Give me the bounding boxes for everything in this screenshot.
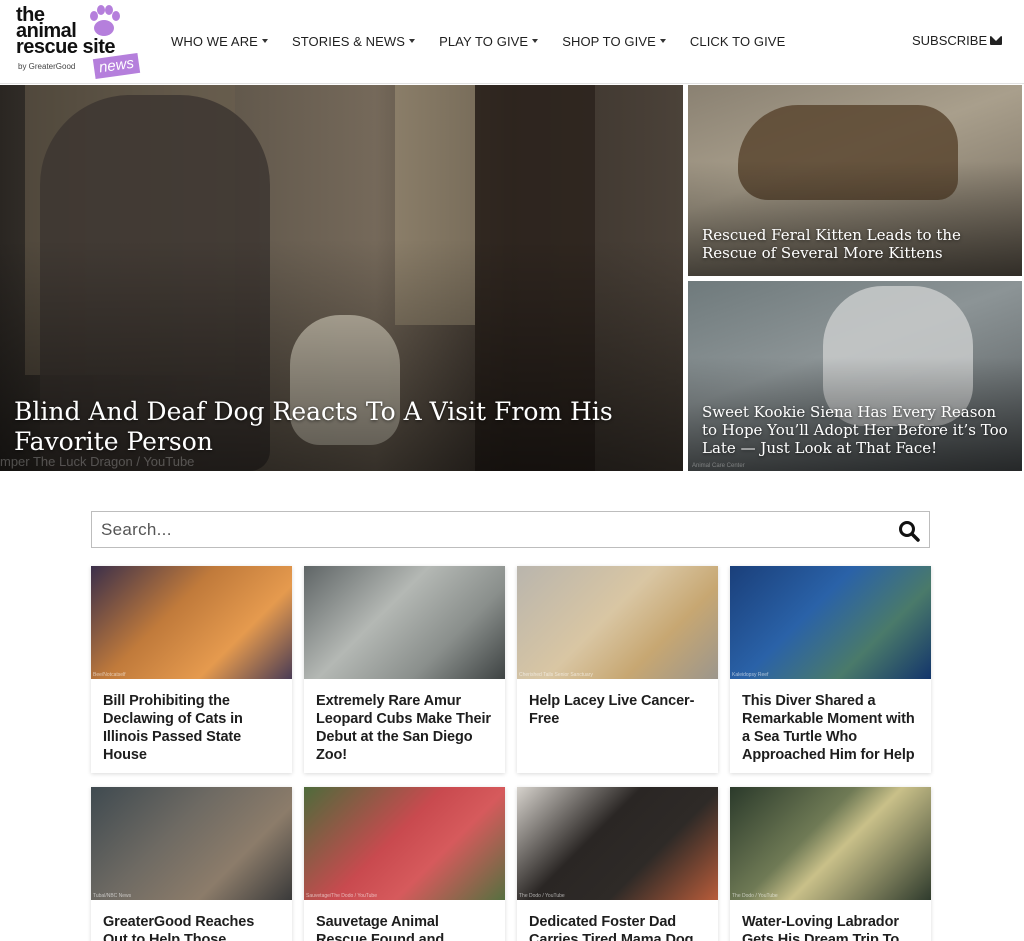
hero-main-title[interactable]: Blind And Deaf Dog Reacts To A Visit Fro… <box>14 397 669 457</box>
logo-text-rescue-site: rescue site <box>16 36 116 58</box>
story-card-title[interactable]: This Diver Shared a Remarkable Moment wi… <box>730 679 931 776</box>
story-card[interactable]: Tubal/NBC News GreaterGood Reaches Out t… <box>91 787 292 941</box>
nav-item-label: PLAY TO GIVE <box>439 33 529 49</box>
hero-side-1-title[interactable]: Rescued Feral Kitten Leads to the Rescue… <box>702 226 1008 262</box>
story-card-image[interactable]: Kaleidopsy Reef <box>730 566 931 679</box>
hero-side-2-title[interactable]: Sweet Kookie Siena Has Every Reason to H… <box>702 403 1008 457</box>
story-card[interactable]: Kaleidopsy Reef This Diver Shared a Rema… <box>730 566 931 773</box>
nav-item-label: CLICK TO GIVE <box>689 33 786 49</box>
story-card[interactable]: Bee/Notcatself Bill Prohibiting the Decl… <box>91 566 292 773</box>
story-card-image[interactable]: The Dodo / YouTube <box>730 787 931 900</box>
nav-item-stories-news[interactable]: STORIES & NEWS <box>291 33 416 49</box>
caret-down-icon <box>532 39 539 43</box>
story-card[interactable]: The Dodo / YouTube Dedicated Foster Dad … <box>517 787 718 941</box>
photo-credit: Kaleidopsy Reef <box>732 672 769 678</box>
story-card[interactable]: Extremely Rare Amur Leopard Cubs Make Th… <box>304 566 505 773</box>
caret-down-icon <box>409 39 416 43</box>
story-card-title[interactable]: Extremely Rare Amur Leopard Cubs Make Th… <box>304 679 505 776</box>
story-card[interactable]: Cherished Tails Senior Sanctuary Help La… <box>517 566 718 773</box>
search-input[interactable] <box>101 518 881 542</box>
photo-credit: Bee/Notcatself <box>93 672 126 678</box>
story-card-title[interactable]: Sauvetage Animal Rescue Found and Helped… <box>304 900 505 941</box>
photo-credit: Animal Care Center <box>692 463 745 469</box>
subscribe-link[interactable]: SUBSCRIBE <box>912 33 1003 48</box>
photo-credit: Tubal/NBC News <box>93 893 132 899</box>
story-card-image[interactable]: Bee/Notcatself <box>91 566 292 679</box>
hero-side-story-2[interactable]: Sweet Kookie Siena Has Every Reason to H… <box>688 281 1022 471</box>
photo-credit: The Dodo / YouTube <box>519 893 565 899</box>
nav-item-click-to-give[interactable]: CLICK TO GIVE <box>690 34 785 49</box>
story-card-image[interactable]: Cherished Tails Senior Sanctuary <box>517 566 718 679</box>
story-card[interactable]: Sauvetage/The Dodo / YouTube Sauvetage A… <box>304 787 505 941</box>
hero-main-story[interactable]: Blind And Deaf Dog Reacts To A Visit Fro… <box>0 85 683 471</box>
subscribe-label: SUBSCRIBE <box>912 33 988 48</box>
story-card-image[interactable] <box>304 566 505 679</box>
caret-down-icon <box>659 39 666 43</box>
site-logo[interactable]: the animal rescue site by GreaterGood ne… <box>16 4 146 80</box>
story-card-image[interactable]: Tubal/NBC News <box>91 787 292 900</box>
story-card-image[interactable]: The Dodo / YouTube <box>517 787 718 900</box>
nav-item-label: SHOP TO GIVE <box>562 33 656 49</box>
photo-credit: Sauvetage/The Dodo / YouTube <box>306 893 377 899</box>
search-icon[interactable] <box>898 520 920 542</box>
story-card-title[interactable]: Bill Prohibiting the Declawing of Cats i… <box>91 679 292 776</box>
story-card-title[interactable]: Water-Loving Labrador Gets His Dream Tri… <box>730 900 931 941</box>
site-header: the animal rescue site by GreaterGood ne… <box>0 0 1024 84</box>
nav-item-label: STORIES & NEWS <box>291 33 406 49</box>
story-card-title[interactable]: GreaterGood Reaches Out to Help Those Af… <box>91 900 292 941</box>
main-nav: WHO WE ARE STORIES & NEWS PLAY TO GIVE S… <box>171 33 809 49</box>
hero-side-story-1[interactable]: Rescued Feral Kitten Leads to the Rescue… <box>688 85 1022 276</box>
logo-byline: by GreaterGood <box>18 62 76 71</box>
photo-credit: mper The Luck Dragon / YouTube <box>0 454 195 469</box>
photo-credit: Cherished Tails Senior Sanctuary <box>519 672 593 678</box>
envelope-icon <box>990 36 1003 45</box>
photo-credit: The Dodo / YouTube <box>732 893 778 899</box>
story-card-image[interactable]: Sauvetage/The Dodo / YouTube <box>304 787 505 900</box>
nav-item-who-we-are[interactable]: WHO WE ARE <box>171 34 268 49</box>
paw-icon <box>90 5 120 36</box>
story-card-title[interactable]: Dedicated Foster Dad Carries Tired Mama … <box>517 900 718 941</box>
story-card[interactable]: The Dodo / YouTube Water-Loving Labrador… <box>730 787 931 941</box>
nav-item-label: WHO WE ARE <box>171 33 258 49</box>
caret-down-icon <box>261 39 268 43</box>
search-bar <box>91 511 930 548</box>
story-card-title[interactable]: Help Lacey Live Cancer-Free <box>517 679 718 740</box>
nav-item-play-to-give[interactable]: PLAY TO GIVE <box>439 33 539 49</box>
nav-item-shop-to-give[interactable]: SHOP TO GIVE <box>562 34 666 49</box>
